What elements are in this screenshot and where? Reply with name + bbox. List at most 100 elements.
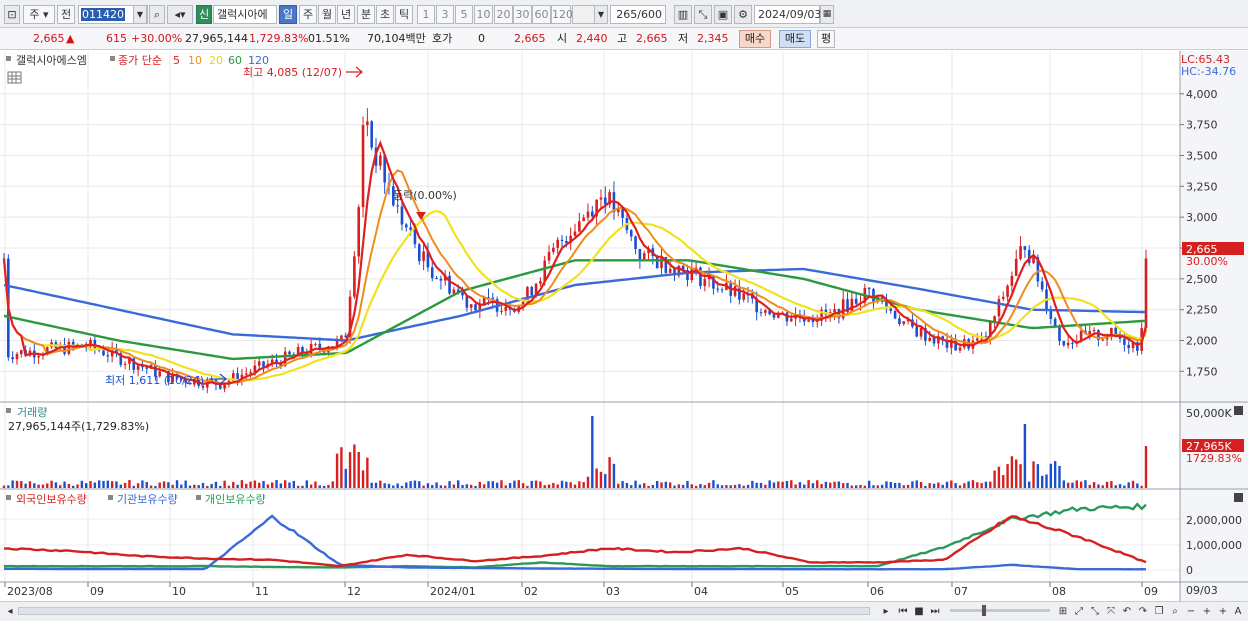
period-month[interactable]: 월 <box>318 5 336 24</box>
volume-bar[interactable] <box>50 480 53 488</box>
volume-bar[interactable] <box>474 485 477 488</box>
unit-dropdown-icon[interactable]: ▼ <box>594 5 608 24</box>
candle-body[interactable] <box>1058 326 1061 341</box>
volume-bar[interactable] <box>803 484 806 488</box>
volume-bar[interactable] <box>314 481 317 488</box>
volume-bar[interactable] <box>746 484 750 488</box>
volume-bar[interactable] <box>1123 485 1126 488</box>
volume-bar[interactable] <box>262 480 265 488</box>
zoom-slider-thumb[interactable] <box>982 605 986 616</box>
volume-bar[interactable] <box>11 480 14 488</box>
candle-body[interactable] <box>975 338 979 341</box>
candle-body[interactable] <box>262 361 265 368</box>
candle-body[interactable] <box>629 230 633 237</box>
volume-bar[interactable] <box>348 452 352 488</box>
candle-body[interactable] <box>634 236 637 249</box>
volume-bar[interactable] <box>344 468 347 488</box>
erase-icon[interactable]: ⤧ <box>1104 604 1118 619</box>
volume-bar[interactable] <box>647 485 650 488</box>
volume-bar[interactable] <box>240 480 244 488</box>
volume-bar[interactable] <box>751 480 754 488</box>
period-week[interactable]: 주 <box>299 5 317 24</box>
scroll-left-icon[interactable]: ◂ <box>4 604 16 619</box>
volume-bar[interactable] <box>915 480 918 488</box>
volume-bar[interactable] <box>880 484 884 488</box>
volume-bar[interactable] <box>1097 484 1100 488</box>
redo-icon[interactable]: ↷ <box>1136 604 1150 619</box>
candle-body[interactable] <box>902 321 906 325</box>
period-second[interactable]: 초 <box>376 5 394 24</box>
candle-body[interactable] <box>37 355 40 358</box>
volume-bar[interactable] <box>392 485 395 488</box>
volume-bar[interactable] <box>738 484 741 488</box>
candle-body[interactable] <box>15 354 19 360</box>
volume-bar[interactable] <box>833 481 836 488</box>
volume-bar[interactable] <box>655 481 659 488</box>
candle-body[interactable] <box>314 343 317 345</box>
volume-bar[interactable] <box>279 483 283 488</box>
volume-bar[interactable] <box>1002 475 1005 488</box>
sell-button[interactable]: 매도 <box>779 30 811 48</box>
candle-body[interactable] <box>1092 330 1096 332</box>
period-minute[interactable]: 분 <box>357 5 375 24</box>
candle-body[interactable] <box>439 278 443 281</box>
volume-bar[interactable] <box>733 484 737 488</box>
volume-bar[interactable] <box>867 480 871 488</box>
volume-bar[interactable] <box>547 484 551 488</box>
candle-body[interactable] <box>353 256 356 297</box>
volume-bar[interactable] <box>232 481 235 488</box>
volume-bar[interactable] <box>841 483 845 488</box>
volume-bar[interactable] <box>1140 485 1143 488</box>
candle-body[interactable] <box>621 208 624 218</box>
candle-body[interactable] <box>500 310 503 312</box>
volume-bar[interactable] <box>617 483 620 488</box>
volume-bar[interactable] <box>716 484 719 488</box>
volume-bar[interactable] <box>482 484 486 488</box>
candle-body[interactable] <box>573 231 577 236</box>
candle-body[interactable] <box>997 298 1001 317</box>
save-icon[interactable]: ▣ <box>714 5 732 24</box>
buy-button[interactable]: 매수 <box>739 30 771 48</box>
num-60[interactable]: 60 <box>532 5 551 24</box>
candle-body[interactable] <box>919 328 923 337</box>
ma-60-label[interactable]: 60 <box>228 54 242 67</box>
candle-body[interactable] <box>915 326 919 337</box>
zoom-in-icon[interactable]: + <box>1200 604 1214 619</box>
volume-bar[interactable] <box>1023 424 1027 488</box>
volume-bar[interactable] <box>97 480 101 488</box>
volume-bar[interactable] <box>162 481 166 488</box>
volume-bar[interactable] <box>1045 474 1048 488</box>
volume-bar[interactable] <box>76 484 79 488</box>
volume-bar[interactable] <box>110 481 114 488</box>
candle-body[interactable] <box>379 155 382 166</box>
volume-bar[interactable] <box>686 480 689 488</box>
volume-bar[interactable] <box>24 483 27 488</box>
volume-bar[interactable] <box>413 480 417 488</box>
volume-bar[interactable] <box>967 481 970 488</box>
volume-bar[interactable] <box>15 480 19 488</box>
ma-20-label[interactable]: 20 <box>209 54 223 67</box>
volume-bar[interactable] <box>885 481 888 488</box>
volume-bar[interactable] <box>1101 485 1104 488</box>
volume-bar[interactable] <box>1131 480 1135 488</box>
volume-bar[interactable] <box>1105 481 1109 488</box>
volume-bar[interactable] <box>1040 475 1044 488</box>
volume-bar[interactable] <box>361 470 365 488</box>
candle-body[interactable] <box>469 304 473 308</box>
volume-bar[interactable] <box>872 485 875 488</box>
stock-chart[interactable]: 4,0003,7503,5003,2503,0002,7502,5002,250… <box>0 51 1248 601</box>
volume-bar[interactable] <box>699 483 702 488</box>
volume-bar[interactable] <box>167 482 170 488</box>
volume-bar[interactable] <box>387 483 391 488</box>
candle-body[interactable] <box>539 281 542 284</box>
volume-bar[interactable] <box>119 484 122 488</box>
volume-bar[interactable] <box>128 480 131 488</box>
volume-bar[interactable] <box>591 416 594 488</box>
candle-body[interactable] <box>430 267 434 279</box>
volume-bar[interactable] <box>958 485 962 488</box>
candle-body[interactable] <box>413 229 417 245</box>
volume-bar[interactable] <box>924 485 927 488</box>
search-chart-icon[interactable]: ⌕ <box>1168 604 1182 619</box>
volume-bar[interactable] <box>418 481 421 488</box>
volume-bar[interactable] <box>941 484 944 488</box>
